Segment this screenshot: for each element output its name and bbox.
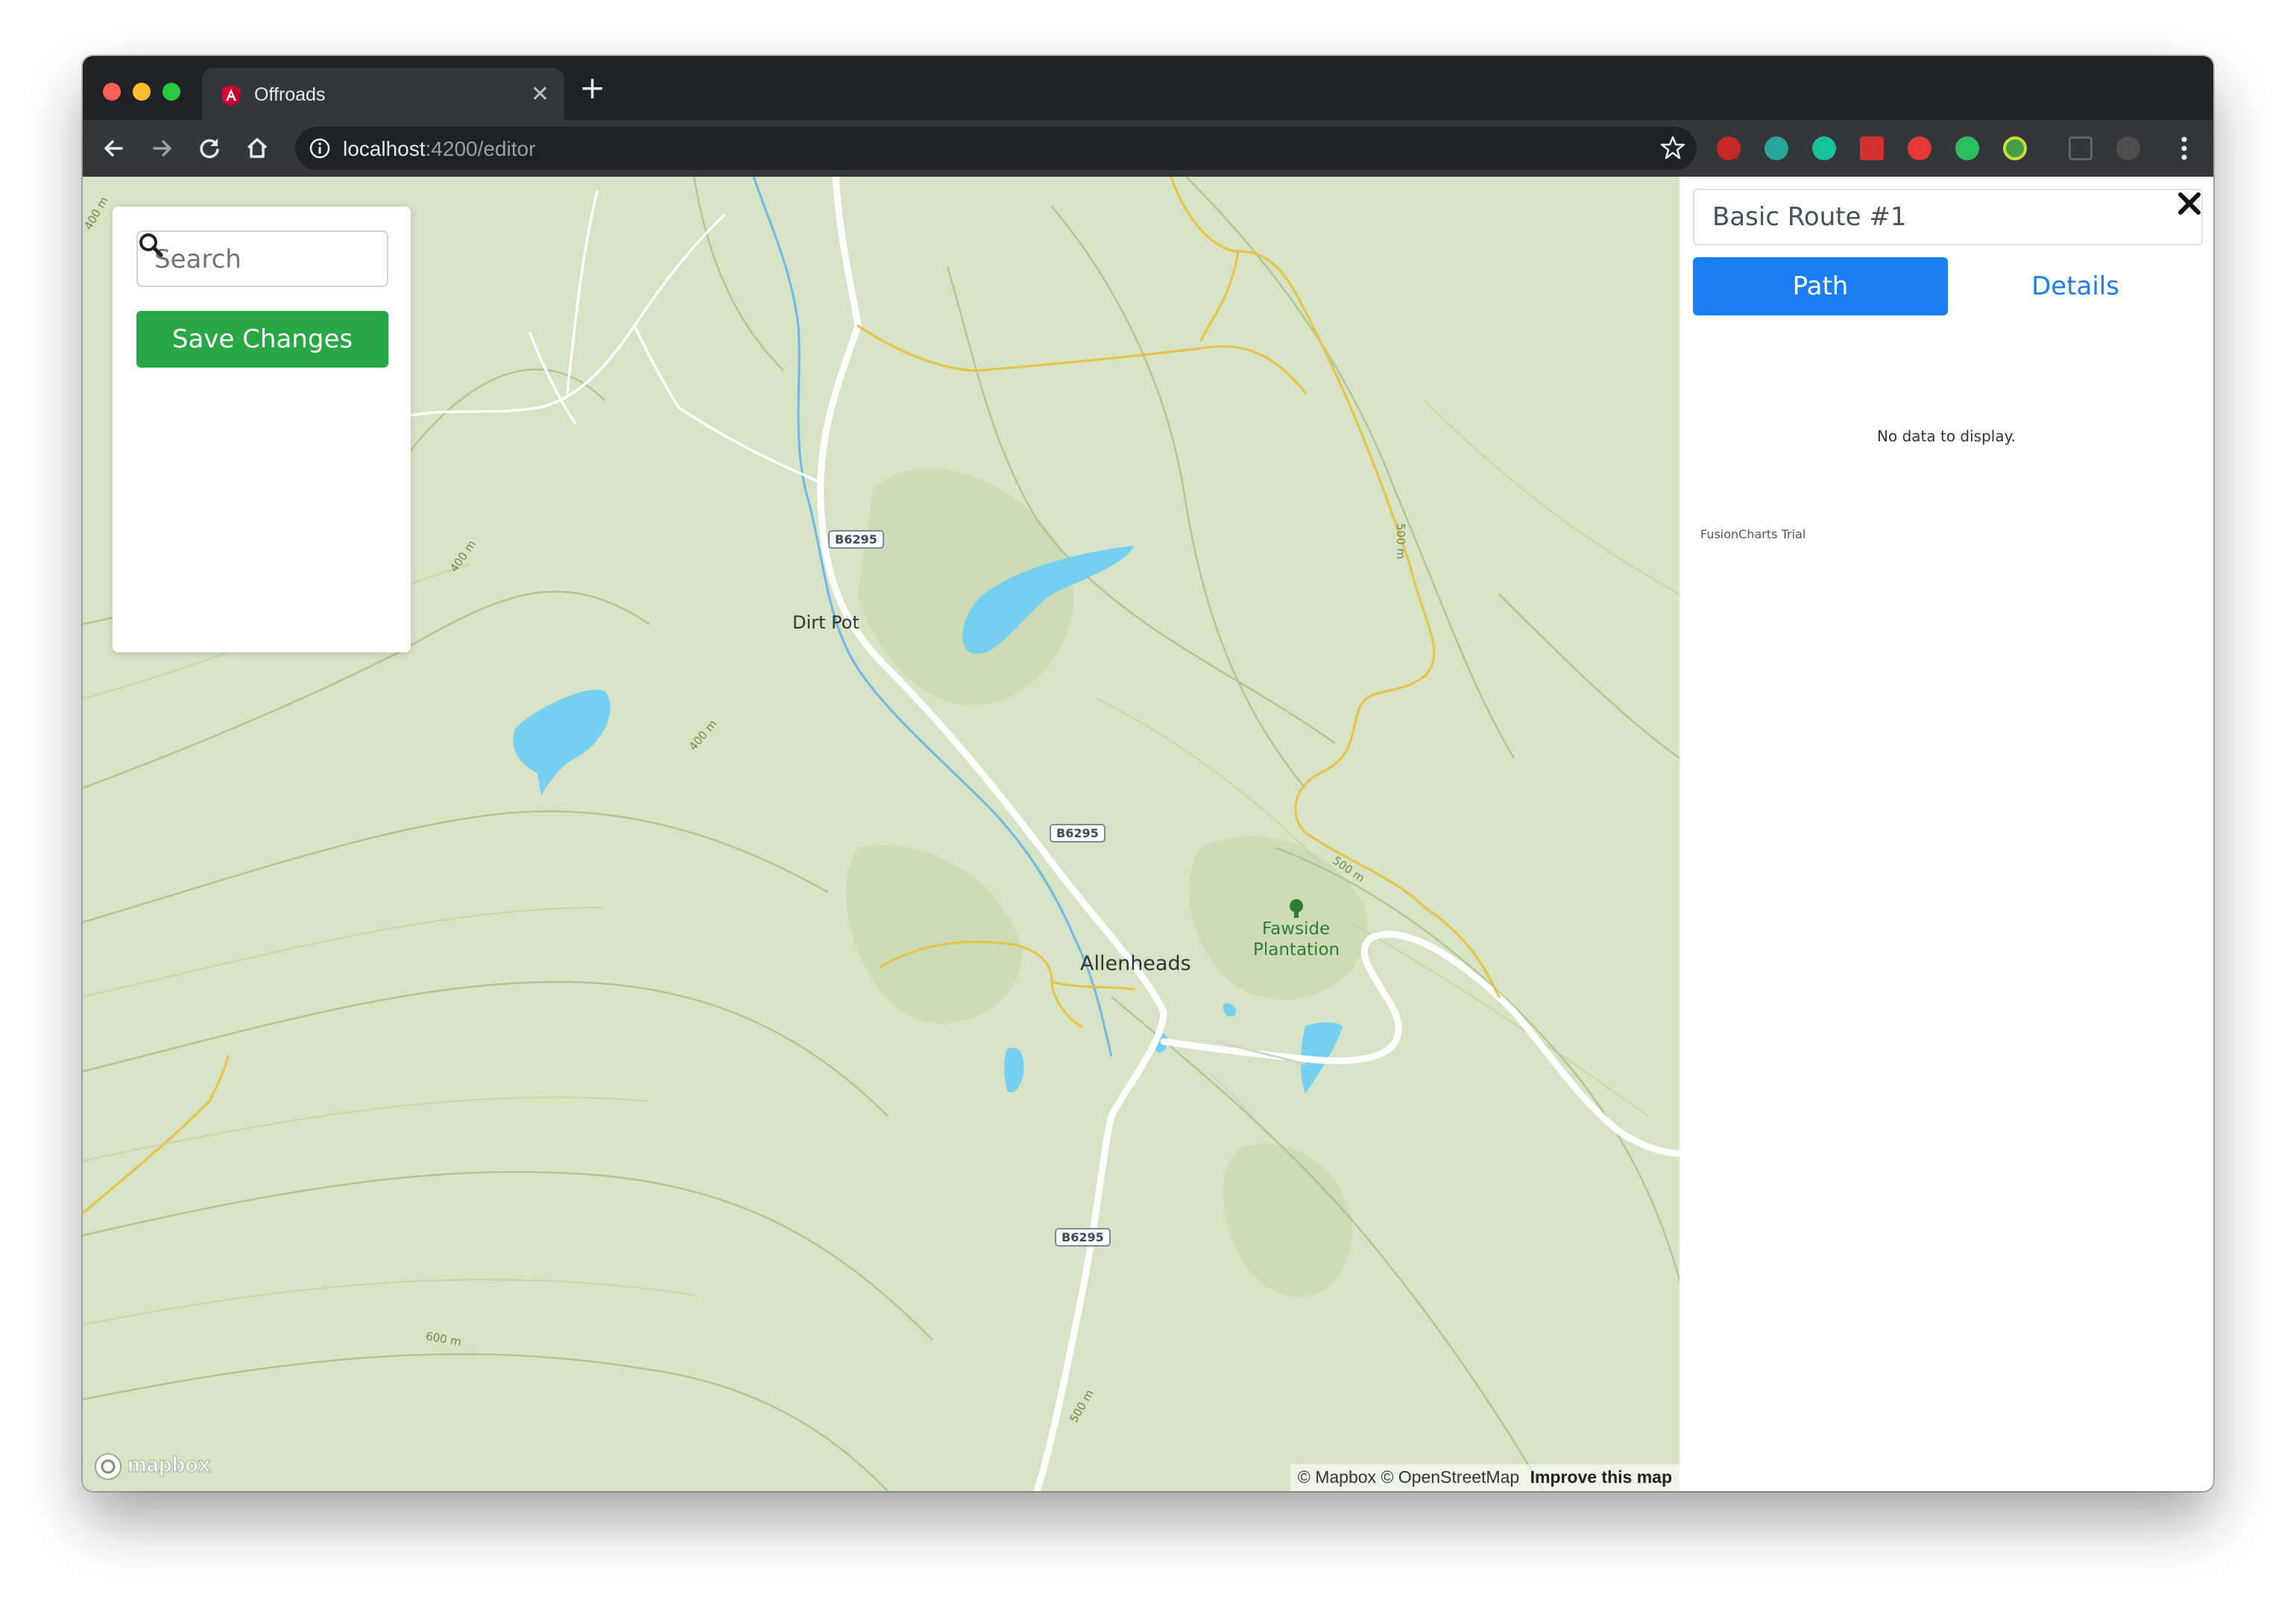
home-icon[interactable]	[242, 133, 272, 163]
fusioncharts-watermark: FusionCharts Trial	[1700, 527, 1806, 541]
browser-toolbar: localhost:4200/editor	[83, 120, 2213, 177]
search-input[interactable]	[154, 242, 333, 277]
mapbox-icon	[95, 1453, 122, 1480]
maximize-window-button[interactable]	[163, 83, 180, 101]
tab-bar: Offroads ✕ +	[83, 56, 2213, 120]
editor-controls-card: Save Changes	[113, 207, 411, 652]
browser-window: Offroads ✕ + localhost:4200/editor B6295…	[83, 56, 2213, 1491]
route-name-input[interactable]	[1693, 189, 2203, 245]
extension-icon-2[interactable]	[1764, 136, 1788, 160]
extension-icon-4[interactable]	[1860, 136, 1884, 160]
back-icon[interactable]	[99, 133, 129, 163]
page-content: B6295 B6295 B6295 Dirt Pot Allenheads Fa…	[83, 177, 2213, 1491]
contour-label: 500 m	[1394, 523, 1408, 560]
search-icon[interactable]	[138, 232, 163, 257]
url-text: localhost:4200/editor	[343, 137, 536, 160]
osm-attribution-link[interactable]: © OpenStreetMap	[1381, 1467, 1519, 1487]
tab-path[interactable]: Path	[1693, 257, 1948, 315]
save-changes-button[interactable]: Save Changes	[136, 311, 388, 368]
cast-icon[interactable]	[2069, 136, 2092, 160]
reload-icon[interactable]	[195, 133, 224, 163]
grammarly-icon[interactable]	[1812, 136, 1836, 160]
road-shield: B6295	[1055, 1228, 1111, 1247]
tab-details[interactable]: Details	[1948, 257, 2203, 315]
extension-icon-1[interactable]	[1717, 136, 1741, 160]
route-panel: Path Details No data to display. FusionC…	[1680, 177, 2213, 1491]
tab-title: Offroads	[254, 84, 326, 105]
map-canvas[interactable]: B6295 B6295 B6295 Dirt Pot Allenheads Fa…	[83, 177, 1680, 1491]
angular-icon	[221, 85, 241, 106]
improve-map-link[interactable]: Improve this map	[1530, 1467, 1672, 1487]
close-window-button[interactable]	[103, 83, 121, 101]
extension-icon-7[interactable]	[2003, 136, 2027, 160]
place-label-dirt-pot: Dirt Pot	[792, 612, 860, 633]
profile-avatar[interactable]	[2116, 136, 2140, 160]
address-bar[interactable]: localhost:4200/editor	[295, 127, 1697, 170]
browser-tab[interactable]: Offroads ✕	[202, 68, 564, 120]
tab-close-icon[interactable]: ✕	[531, 81, 549, 107]
new-tab-icon[interactable]: +	[579, 72, 605, 104]
info-icon[interactable]	[309, 137, 331, 160]
extension-icon-5[interactable]	[1908, 136, 1931, 160]
evernote-icon[interactable]	[1955, 136, 1979, 160]
minimize-window-button[interactable]	[133, 83, 151, 101]
place-label-allenheads: Allenheads	[1080, 952, 1191, 975]
road-shield: B6295	[1050, 824, 1106, 842]
search-box	[136, 230, 388, 287]
place-label-plantation: Plantation	[1253, 940, 1340, 960]
road-shield: B6295	[828, 530, 884, 549]
chart-empty-message: No data to display.	[1877, 427, 2016, 445]
bookmark-star-icon[interactable]	[1659, 134, 1686, 161]
close-icon[interactable]	[2176, 190, 2203, 217]
place-label-fawside: Fawside	[1262, 919, 1331, 939]
menu-dots-icon[interactable]	[2180, 135, 2188, 162]
mapbox-attribution-link[interactable]: © Mapbox	[1298, 1467, 1376, 1487]
forward-icon[interactable]	[147, 133, 177, 163]
mapbox-logo-text: mapbox	[127, 1453, 211, 1478]
map-attribution: © Mapbox © OpenStreetMap Improve this ma…	[1290, 1464, 1680, 1491]
